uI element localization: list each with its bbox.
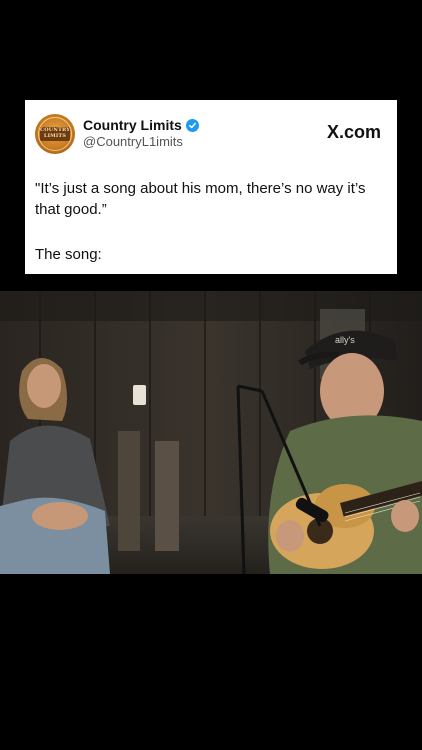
post-subtext: The song: bbox=[35, 246, 102, 263]
video-frame[interactable]: ally's bbox=[0, 291, 422, 574]
avatar-logo: COUNTRY LIMITS bbox=[40, 127, 70, 141]
author-handle[interactable]: @CountryL1imits bbox=[83, 134, 183, 149]
video-scene: ally's bbox=[0, 291, 422, 574]
avatar[interactable]: COUNTRY LIMITS bbox=[35, 114, 75, 154]
post-text: "It’s just a song about his mom, there’s… bbox=[35, 180, 366, 218]
post-card: COUNTRY LIMITS Country Limits @CountryL1… bbox=[25, 100, 397, 274]
cap-logo: ally's bbox=[335, 335, 355, 345]
verified-badge-icon bbox=[185, 118, 199, 132]
author-row: Country Limits bbox=[83, 116, 199, 134]
source-label: X.com bbox=[326, 122, 381, 142]
author-name[interactable]: Country Limits bbox=[83, 117, 182, 133]
